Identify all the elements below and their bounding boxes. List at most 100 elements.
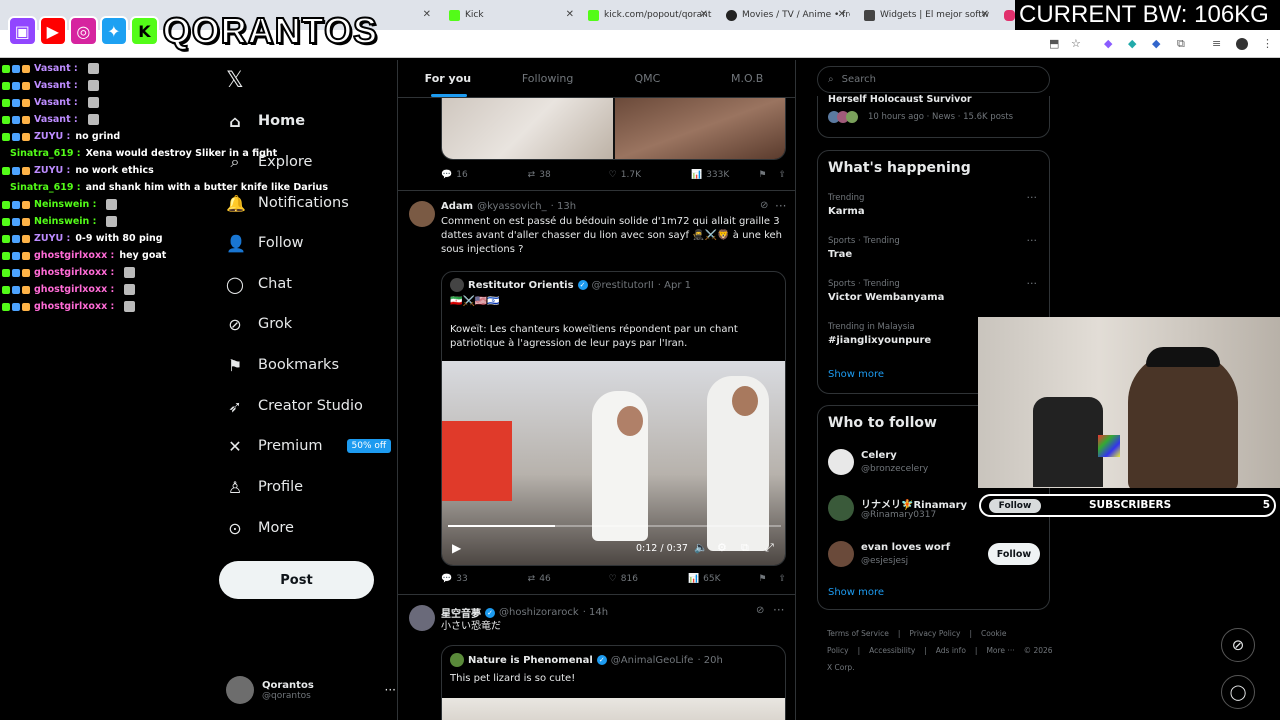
subscribers-bar: Follow SUBSCRIBERS 5 bbox=[979, 494, 1276, 517]
views-button[interactable]: 📊 333K bbox=[691, 170, 729, 180]
browser-tab-movies[interactable]: Movies / TV / Anime • fre ✕ bbox=[720, 4, 850, 26]
avatar[interactable] bbox=[828, 449, 854, 475]
sidebar-item-bookmarks[interactable]: ⚑ Bookmarks bbox=[226, 350, 339, 380]
profile-avatar-icon[interactable] bbox=[1236, 38, 1248, 50]
avatar[interactable] bbox=[409, 201, 435, 227]
more-horizontal-icon[interactable]: ··· bbox=[1027, 191, 1038, 204]
avatar[interactable] bbox=[828, 541, 854, 567]
more-horizontal-icon[interactable]: ··· bbox=[385, 683, 396, 697]
sidebar-item-chat[interactable]: ◯ Chat bbox=[226, 269, 292, 299]
extension-icon[interactable]: ◆ bbox=[1152, 37, 1160, 50]
volume-icon[interactable]: 🔈 bbox=[694, 541, 708, 554]
extensions-puzzle-icon[interactable]: ⧉ bbox=[1177, 37, 1185, 51]
footer-link[interactable]: Ads info bbox=[936, 646, 966, 655]
bookmark-star-icon[interactable]: ☆ bbox=[1071, 37, 1081, 50]
suggestion-name[interactable]: evan loves worf bbox=[861, 542, 950, 553]
avatar[interactable] bbox=[828, 495, 854, 521]
like-button[interactable]: ♡ 816 bbox=[609, 574, 638, 584]
close-tab-icon[interactable]: ✕ bbox=[981, 9, 989, 20]
sidebar-item-notifications[interactable]: 🔔 Notifications bbox=[226, 188, 349, 218]
x-logo-icon[interactable]: 𝕏 bbox=[226, 68, 244, 93]
post-button[interactable]: Post bbox=[219, 561, 374, 599]
sidebar-item-creator-studio[interactable]: ➶ Creator Studio bbox=[226, 391, 363, 421]
share-button[interactable]: ⇪ bbox=[778, 574, 786, 584]
fullscreen-icon[interactable]: ⤢ bbox=[765, 541, 774, 555]
rubiks-cube bbox=[1098, 435, 1120, 457]
picture-in-picture-icon[interactable]: ⧉ bbox=[741, 541, 749, 555]
repost-button[interactable]: ⇄ 46 bbox=[528, 574, 551, 584]
browser-tab-kick[interactable]: Kick ✕ bbox=[443, 4, 578, 26]
reading-list-icon[interactable]: ≡ bbox=[1212, 37, 1221, 50]
quote-media[interactable] bbox=[442, 698, 785, 720]
grok-icon[interactable]: ⊘ bbox=[756, 605, 764, 616]
sidebar-item-profile[interactable]: ♙ Profile bbox=[226, 472, 303, 502]
settings-gear-icon[interactable]: ⚙ bbox=[717, 541, 727, 554]
tweet-time[interactable]: · 13h bbox=[551, 201, 576, 212]
grok-float-icon[interactable]: ⊘ bbox=[1221, 628, 1255, 662]
play-icon[interactable]: ▶ bbox=[452, 541, 461, 555]
bookmark-icon: ⚑ bbox=[758, 170, 767, 180]
reply-button[interactable]: 💬 33 bbox=[441, 574, 468, 584]
news-card[interactable]: Herself Holocaust Survivor 10 hours ago … bbox=[817, 94, 1050, 138]
grok-icon[interactable]: ⊘ bbox=[760, 200, 768, 211]
extension-icon[interactable]: ◆ bbox=[1104, 37, 1112, 50]
footer-link[interactable]: Terms of Service bbox=[827, 629, 889, 638]
like-button[interactable]: ♡ 1.7K bbox=[609, 170, 641, 180]
show-more-trends-link[interactable]: Show more bbox=[828, 369, 884, 380]
messages-float-icon[interactable]: ◯ bbox=[1221, 675, 1255, 709]
reply-button[interactable]: 💬 16 bbox=[441, 170, 468, 180]
close-tab-icon[interactable]: ✕ bbox=[566, 9, 574, 20]
show-more-follow-link[interactable]: Show more bbox=[828, 587, 884, 598]
whats-happening-title: What's happening bbox=[828, 160, 971, 176]
close-tab-icon[interactable]: ✕ bbox=[700, 9, 708, 20]
extension-icon[interactable]: ◆ bbox=[1128, 37, 1136, 50]
bookmark-button[interactable]: ⚑ bbox=[758, 574, 766, 584]
video-player[interactable]: ▶ 0:12 / 0:37 🔈 ⚙ ⧉ ⤢ bbox=[442, 361, 785, 565]
bookmark-button[interactable]: ⚑ bbox=[758, 170, 766, 180]
share-button[interactable]: ⇪ bbox=[778, 170, 786, 180]
footer-link[interactable]: Accessibility bbox=[869, 646, 915, 655]
tab-qmc[interactable]: QMC bbox=[598, 60, 698, 97]
sidebar-item-home[interactable]: ⌂ Home bbox=[226, 106, 305, 136]
account-switcher[interactable]: Qorantos @qorantos ··· bbox=[226, 672, 396, 708]
emote-icon bbox=[87, 80, 99, 91]
footer-link[interactable]: Privacy Policy bbox=[909, 629, 960, 638]
tweet-author-handle[interactable]: @kyassovich_ bbox=[477, 201, 547, 212]
sidebar-item-premium[interactable]: ✕ Premium 50% off bbox=[226, 431, 392, 461]
follow-button-behind-overlay[interactable]: Follow bbox=[989, 499, 1041, 513]
follow-button[interactable]: Follow bbox=[988, 543, 1040, 565]
close-tab-icon[interactable]: ✕ bbox=[423, 9, 431, 20]
sidebar-item-grok[interactable]: ⊘ Grok bbox=[226, 309, 292, 339]
browser-tab-widgets[interactable]: Widgets | El mejor softw ✕ bbox=[858, 4, 993, 26]
tweet-author-handle[interactable]: @hoshizorarock bbox=[499, 607, 579, 618]
install-app-icon[interactable]: ⬒ bbox=[1049, 37, 1059, 50]
sidebar-item-more[interactable]: ⊙ More bbox=[226, 513, 294, 543]
quoted-tweet[interactable]: Nature is Phenomenal ✓ @AnimalGeoLife · … bbox=[441, 645, 786, 720]
more-horizontal-icon[interactable]: ··· bbox=[775, 199, 786, 213]
quote-header: Nature is Phenomenal ✓ @AnimalGeoLife · … bbox=[450, 653, 723, 667]
video-progress-track[interactable] bbox=[448, 525, 781, 527]
tab-for-you[interactable]: For you bbox=[398, 60, 498, 97]
suggestion-name[interactable]: Celery bbox=[861, 450, 897, 461]
sidebar-item-follow[interactable]: 👤 Follow bbox=[226, 228, 303, 258]
search-input[interactable]: ⌕ Search bbox=[817, 66, 1050, 93]
views-button[interactable]: 📊 65K bbox=[688, 574, 721, 584]
tab-mob[interactable]: M.O.B bbox=[697, 60, 795, 97]
more-horizontal-icon[interactable]: ··· bbox=[1027, 234, 1038, 247]
repost-button[interactable]: ⇄ 38 bbox=[528, 170, 551, 180]
sidebar-item-explore[interactable]: ⌕ Explore bbox=[226, 147, 313, 177]
tweet-author-name[interactable]: Adam bbox=[441, 201, 473, 212]
avatar[interactable] bbox=[409, 605, 435, 631]
menu-kebab-icon[interactable]: ⋮ bbox=[1262, 37, 1273, 50]
quoted-tweet[interactable]: Restitutor Orientis ✓ @restitutorII · Ap… bbox=[441, 271, 786, 566]
suggestion-name[interactable]: リナメリ🧚Rinamary bbox=[861, 496, 967, 511]
more-horizontal-icon[interactable]: ··· bbox=[1027, 277, 1038, 290]
browser-tab-kick-popout[interactable]: kick.com/popout/qorant ✕ bbox=[582, 4, 712, 26]
tab-following[interactable]: Following bbox=[498, 60, 598, 97]
close-tab-icon[interactable]: ✕ bbox=[838, 9, 846, 20]
more-horizontal-icon[interactable]: ··· bbox=[773, 603, 784, 617]
tweet-author-name[interactable]: 星空音夢 bbox=[441, 605, 481, 620]
tweet-media[interactable] bbox=[441, 98, 786, 160]
footer-link[interactable]: More ··· bbox=[986, 646, 1014, 655]
tweet-time[interactable]: · 14h bbox=[583, 607, 608, 618]
